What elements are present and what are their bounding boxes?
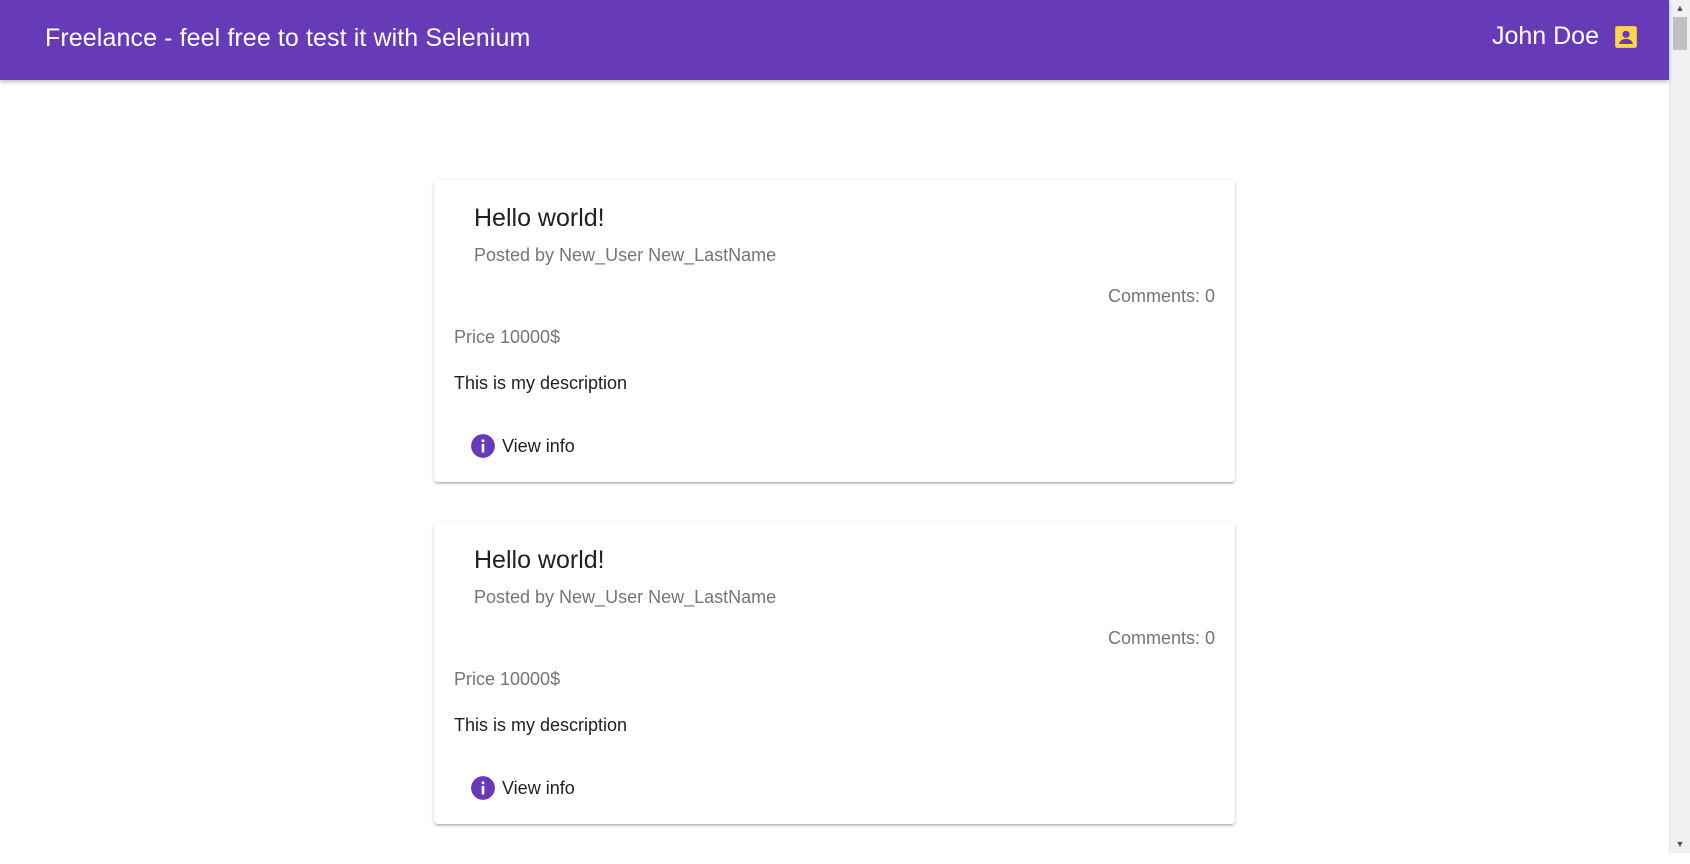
comments-count: Comments: 0 [1107, 286, 1215, 306]
post-title: Hello world! [474, 546, 605, 574]
account-box-icon [1613, 24, 1639, 50]
post-description: This is my description [454, 715, 628, 735]
info-icon [470, 775, 496, 801]
post-title: Hello world! [474, 204, 605, 232]
vertical-scrollbar[interactable]: ▲ ▼ [1669, 0, 1690, 853]
scroll-up-arrow-icon[interactable]: ▲ [1670, 0, 1690, 17]
post-author: Posted by New_User New_LastName [474, 587, 777, 607]
post-description: This is my description [454, 373, 628, 393]
info-icon [470, 433, 496, 459]
post-author: Posted by New_User New_LastName [474, 245, 777, 265]
post-price: Price 10000$ [454, 327, 561, 347]
view-info-label: View info [502, 777, 575, 798]
view-info-button[interactable]: View info [462, 770, 583, 806]
view-info-label: View info [502, 435, 575, 456]
app-title: Freelance - feel free to test it with Se… [45, 24, 531, 52]
post-card: Hello world! Posted by New_User New_Last… [434, 522, 1235, 824]
comments-count: Comments: 0 [1107, 628, 1215, 648]
app-toolbar: Freelance - feel free to test it with Se… [0, 0, 1669, 80]
view-info-button[interactable]: View info [462, 428, 583, 464]
user-name: John Doe [1491, 22, 1599, 50]
post-price: Price 10000$ [454, 669, 561, 689]
post-card: Hello world! Posted by New_User New_Last… [434, 180, 1235, 482]
post-list: Hello world! Posted by New_User New_Last… [434, 180, 1235, 864]
scroll-down-arrow-icon[interactable]: ▼ [1670, 836, 1690, 853]
user-menu-button[interactable]: John Doe [1492, 22, 1639, 51]
scrollbar-thumb[interactable] [1673, 17, 1687, 50]
